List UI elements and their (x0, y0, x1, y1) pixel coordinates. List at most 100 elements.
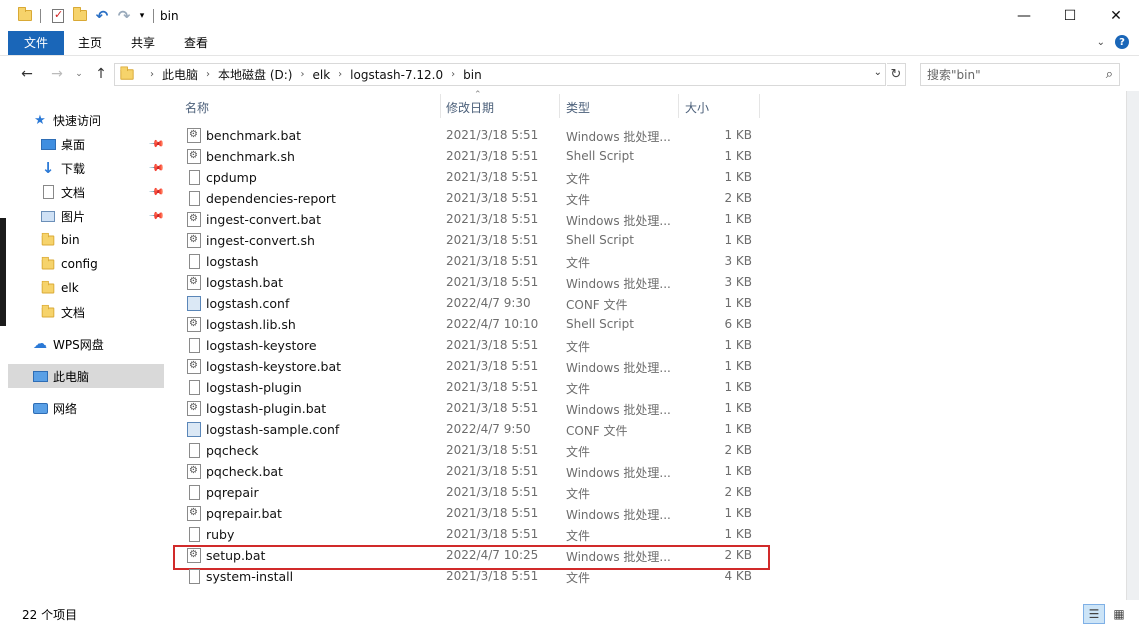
arrow-right-icon: → (51, 66, 63, 82)
file-list: benchmark.bat 2021/3/18 5:51 Windows 批处理..… (170, 125, 1120, 597)
sidebar-item-this-pc[interactable]: 此电脑 (8, 364, 164, 388)
redo-button[interactable]: ↷ (113, 0, 135, 31)
file-type: CONF 文件 (566, 424, 628, 438)
file-row[interactable]: logstash-sample.conf 2022/4/7 9:50 CONF 文件… (184, 419, 760, 440)
file-row[interactable]: cpdump 2021/3/18 5:51 文件 1 KB (184, 167, 760, 188)
chevron-right-icon[interactable]: › (150, 69, 154, 80)
file-row[interactable]: system-install 2021/3/18 5:51 文件 4 KB (184, 566, 760, 587)
script-file-icon (187, 149, 201, 164)
column-divider[interactable] (759, 94, 760, 118)
file-row[interactable]: logstash 2021/3/18 5:51 文件 3 KB (184, 251, 760, 272)
sidebar-item-downloads[interactable]: ↓ 下载 📌 (0, 156, 165, 180)
file-type: Windows 批处理... (566, 508, 671, 522)
search-input[interactable] (927, 67, 1097, 82)
details-view-button[interactable]: ☰ (1083, 604, 1105, 624)
file-row[interactable]: logstash-keystore.bat 2021/3/18 5:51 Windo… (184, 356, 760, 377)
column-divider[interactable] (678, 94, 679, 118)
file-row[interactable]: benchmark.bat 2021/3/18 5:51 Windows 批处理..… (184, 125, 760, 146)
chevron-right-icon[interactable]: › (338, 69, 342, 80)
customize-toolbar-button[interactable]: ▾ (135, 0, 149, 31)
recent-locations-button[interactable]: ⌄ (70, 65, 88, 83)
file-row[interactable]: pqcheck 2021/3/18 5:51 文件 2 KB (184, 440, 760, 461)
file-row[interactable]: dependencies-report 2021/3/18 5:51 文件 2 KB (184, 188, 760, 209)
file-row[interactable]: ruby 2021/3/18 5:51 文件 1 KB (184, 524, 760, 545)
address-bar[interactable]: › 此电脑 › 本地磁盘 (D:) › elk › logstash-7.12.… (114, 63, 886, 86)
file-name: pqrepair (206, 485, 259, 500)
column-divider[interactable] (440, 94, 441, 118)
back-button[interactable]: ← (18, 65, 36, 83)
address-dropdown-icon[interactable]: ⌄ (874, 67, 882, 78)
column-divider[interactable] (559, 94, 560, 118)
tab-file[interactable]: 文件 (8, 31, 64, 55)
file-row[interactable]: ingest-convert.bat 2021/3/18 5:51 Windows … (184, 209, 760, 230)
pin-icon[interactable]: 📌 (148, 136, 165, 153)
file-type: 文件 (566, 193, 591, 207)
file-row[interactable]: setup.bat 2022/4/7 10:25 Windows 批处理... 2 K… (184, 545, 760, 566)
tab-home[interactable]: 主页 (64, 31, 116, 55)
file-row[interactable]: logstash-plugin.bat 2021/3/18 5:51 Windows… (184, 398, 760, 419)
breadcrumb-local-disk[interactable]: 本地磁盘 (D:) (218, 66, 292, 83)
file-name: logstash-keystore.bat (206, 359, 342, 374)
chevron-right-icon[interactable]: › (451, 69, 455, 80)
sidebar-item-pictures[interactable]: 图片 📌 (0, 204, 165, 228)
file-row[interactable]: pqrepair.bat 2021/3/18 5:51 Windows 批处理...… (184, 503, 760, 524)
folder-icon (40, 280, 56, 296)
forward-button[interactable]: → (48, 65, 66, 83)
chevron-right-icon[interactable]: › (206, 69, 210, 80)
file-size: 1 KB (724, 149, 752, 163)
file-row[interactable]: ingest-convert.sh 2021/3/18 5:51 Shell Scr… (184, 230, 760, 251)
pin-icon[interactable]: 📌 (148, 184, 165, 201)
file-modified-date: 2022/4/7 10:25 (446, 548, 539, 562)
tab-share[interactable]: 共享 (116, 31, 170, 55)
file-row[interactable]: logstash.conf 2022/4/7 9:30 CONF 文件 1 KB (184, 293, 760, 314)
minimize-button[interactable]: — (1001, 0, 1047, 31)
sidebar-item-bin[interactable]: bin (0, 228, 164, 252)
search-icon[interactable]: ⌕ (1106, 67, 1113, 82)
undo-button[interactable]: ↶ (91, 0, 113, 31)
breadcrumb-logstash[interactable]: logstash-7.12.0 (350, 68, 443, 82)
file-name: logstash.lib.sh (206, 317, 296, 332)
file-row[interactable]: pqcheck.bat 2021/3/18 5:51 Windows 批处理... 1… (184, 461, 760, 482)
sidebar-item-documents-folder[interactable]: 文档 (0, 300, 164, 324)
properties-button[interactable] (47, 0, 69, 31)
column-header-type[interactable]: 类型 (566, 99, 590, 116)
chevron-right-icon[interactable]: › (300, 69, 304, 80)
file-row[interactable]: pqrepair 2021/3/18 5:51 文件 2 KB (184, 482, 760, 503)
file-row[interactable]: logstash.lib.sh 2022/4/7 10:10 Shell Scrip… (184, 314, 760, 335)
file-size: 1 KB (724, 212, 752, 226)
column-header-name[interactable]: 名称 (185, 99, 209, 116)
file-row[interactable]: benchmark.sh 2021/3/18 5:51 Shell Script 1 … (184, 146, 760, 167)
sidebar-item-desktop[interactable]: 桌面 📌 (0, 132, 165, 156)
expand-ribbon-icon[interactable]: ⌄ (1097, 37, 1105, 48)
file-row[interactable]: logstash-plugin 2021/3/18 5:51 文件 1 KB (184, 377, 760, 398)
pin-icon[interactable]: 📌 (148, 208, 165, 225)
sidebar-item-quick-access[interactable]: ★ 快速访问 (0, 108, 164, 132)
file-row[interactable]: logstash.bat 2021/3/18 5:51 Windows 批处理...… (184, 272, 760, 293)
column-header-size[interactable]: 大小 (685, 99, 709, 116)
file-size: 1 KB (724, 128, 752, 142)
breadcrumb-bin[interactable]: bin (463, 68, 482, 82)
sidebar-item-config[interactable]: config (0, 252, 164, 276)
breadcrumb-this-pc[interactable]: 此电脑 (162, 66, 198, 83)
large-icons-view-button[interactable]: ▦ (1108, 604, 1130, 624)
search-box[interactable]: ⌕ (920, 63, 1120, 86)
cloud-icon: ☁ (33, 336, 47, 352)
file-type: 文件 (566, 256, 591, 270)
file-row[interactable]: logstash-keystore 2021/3/18 5:51 文件 1 KB (184, 335, 760, 356)
pin-icon[interactable]: 📌 (148, 160, 165, 177)
folder-icon (40, 256, 56, 272)
sidebar-item-label: elk (61, 281, 79, 295)
breadcrumb-elk[interactable]: elk (312, 68, 330, 82)
sidebar-item-elk[interactable]: elk (0, 276, 164, 300)
up-button[interactable]: ↑ (92, 65, 110, 83)
new-folder-button[interactable] (69, 0, 91, 31)
refresh-button[interactable]: ↻ (887, 63, 906, 86)
sidebar-item-documents[interactable]: 文档 📌 (0, 180, 165, 204)
sidebar-item-wps-drive[interactable]: ☁ WPS网盘 (0, 332, 164, 356)
maximize-button[interactable]: ☐ (1047, 0, 1093, 31)
sidebar-item-network[interactable]: 网络 (0, 396, 164, 420)
close-button[interactable]: ✕ (1093, 0, 1139, 31)
column-header-date[interactable]: 修改日期 (446, 99, 494, 116)
help-icon[interactable]: ? (1115, 35, 1129, 49)
tab-view[interactable]: 查看 (170, 31, 222, 55)
